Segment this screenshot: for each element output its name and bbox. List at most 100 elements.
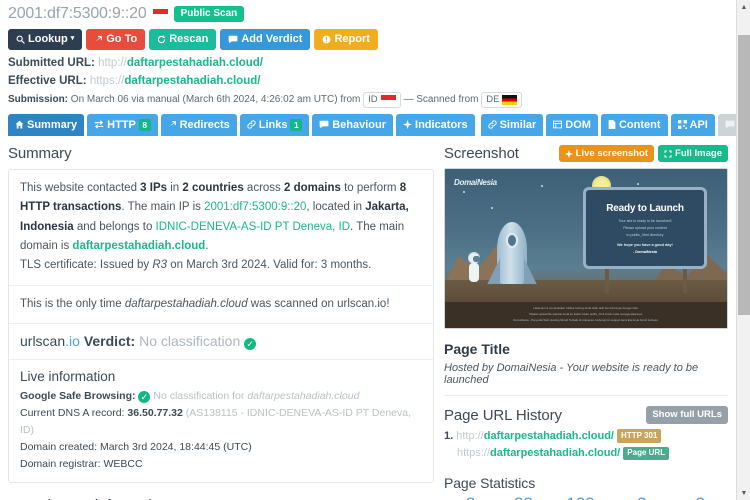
stat-value: 88% [501, 493, 554, 500]
body-columns: Summary This website contacted 3 IPs in … [0, 145, 736, 500]
report-button[interactable]: Report [314, 29, 378, 51]
tab-similar-label: Similar [499, 118, 537, 131]
screenshot-footer: Halaman ini menandakan bahwa hosting And… [445, 306, 727, 324]
main-tab-bar: Summary HTTP 8 Redirects Links 1 Behavio… [0, 113, 736, 137]
stat-number: 8 [466, 494, 475, 500]
left-column: Summary This website contacted 3 IPs in … [8, 145, 434, 500]
urlscan-verdict: urlscan.io Verdict: No classification ✓ [20, 333, 422, 350]
tab-indicators-label: Indicators [415, 118, 468, 131]
scrollbar-thumb[interactable] [738, 35, 750, 315]
tab-redirects[interactable]: Redirects [160, 113, 237, 137]
live-screenshot-button[interactable]: Live screenshot [558, 145, 655, 163]
check-circle-icon: ✓ [138, 390, 151, 403]
submission-origin-country: ID [363, 91, 401, 108]
scanned-country-code: DE [486, 93, 500, 105]
tab-http-label: HTTP [107, 118, 136, 131]
effective-url-domain[interactable]: daftarpestahadiah.cloud/ [124, 75, 260, 87]
tab-indicators[interactable]: Indicators [396, 113, 475, 137]
tab-content[interactable]: Content [600, 113, 668, 137]
exclamation-circle-icon [322, 35, 331, 44]
comment-icon [725, 120, 735, 129]
tab-http[interactable]: HTTP 8 [87, 113, 158, 137]
page-url-badge: Page URL [623, 446, 670, 461]
summary-p1-d: to perform [340, 182, 400, 195]
summary-p1-i: . [205, 240, 209, 253]
verdict-section: urlscan.io Verdict: No classification ✓ [9, 322, 433, 359]
tab-api[interactable]: API [670, 113, 715, 137]
summary-text-section: This website contacted 3 IPs in 2 countr… [9, 170, 433, 285]
scroll-down-arrow-icon[interactable]: ▼ [737, 486, 750, 500]
page-title: 2001:df7:5300:9::20 [8, 5, 147, 22]
stat-value: 2 [672, 493, 728, 500]
submitted-url-row: Submitted URL: http://daftarpestahadiah.… [8, 55, 728, 72]
tab-behaviour-label: Behaviour [332, 118, 387, 131]
link-chain-icon [487, 120, 497, 130]
full-image-label: Full Image [675, 148, 722, 160]
diamond-icon [403, 120, 413, 130]
tab-behaviour[interactable]: Behaviour [312, 113, 394, 137]
sign-leg-right [683, 269, 687, 294]
effective-url-label: Effective URL: [8, 74, 87, 87]
divider [444, 395, 728, 397]
stat-subdomains: 2 Subdomains [672, 493, 728, 500]
summary-p1-f: , located in [306, 201, 366, 214]
lookup-button[interactable]: Lookup ▾ [8, 29, 83, 51]
lookup-label: Lookup [28, 33, 68, 45]
summary-ip-count: 3 IPs [140, 182, 168, 195]
stat-number: 2 [696, 494, 705, 500]
tab-similar[interactable]: Similar [480, 113, 544, 137]
effective-url-protocol: https:// [89, 74, 125, 87]
stat-requests: 8 Requests [444, 493, 497, 500]
show-full-urls-button[interactable]: Show full URLs [646, 406, 728, 424]
stat-value: 2 [615, 493, 668, 500]
stat-value: 100% [558, 493, 611, 500]
summary-p3-domain: daftarpestahadiah.cloud [124, 297, 248, 310]
summary-asn[interactable]: IDNIC-DENEVA-AS-ID PT Deneva, ID [156, 221, 350, 233]
submission-text: On March 06 via manual (March 6th 2024, … [70, 93, 361, 105]
rescan-button[interactable]: Rescan [149, 29, 217, 51]
origin-flag-icon [380, 94, 396, 105]
verdict-brand-tld: .io [65, 332, 80, 349]
astronaut-body [469, 263, 479, 283]
summary-scan-history-section: This is the only time daftarpestahadiah.… [9, 284, 433, 323]
add-verdict-button[interactable]: Add Verdict [220, 29, 311, 51]
http-status-badge: HTTP 301 [617, 429, 662, 443]
dns-value: 36.50.77.32 [127, 406, 183, 419]
tab-summary[interactable]: Summary [8, 113, 85, 137]
home-icon [15, 120, 24, 129]
summary-tls-b: on March 3rd 2024. Valid for: 3 months. [167, 259, 372, 272]
domain-created-label: Domain created: [20, 440, 98, 453]
dns-label: Current DNS A record: [20, 406, 125, 419]
submitted-url-domain[interactable]: daftarpestahadiah.cloud/ [127, 57, 263, 69]
screenshot-thumbnail[interactable]: Ready to Launch Your site is ready to be… [444, 168, 728, 330]
domain-registrar-value: WEBCC [103, 457, 143, 470]
tab-dom[interactable]: DOM [546, 113, 598, 137]
goto-button[interactable]: Go To [86, 29, 146, 51]
page-scrollbar[interactable]: ▲ ▼ [736, 0, 750, 500]
page-title-value: Hosted by DomaiNesia - Your website is r… [444, 362, 699, 387]
full-image-button[interactable]: Full Image [658, 145, 728, 163]
page-statistics-list: 8 Requests 88% HTTPS 100% IPv6 2 Domains… [444, 493, 728, 500]
summary-p3-a: This is the only time [20, 297, 125, 310]
summary-p1-a: This website contacted [20, 182, 141, 195]
comment-icon [228, 35, 238, 44]
tab-api-label: API [689, 118, 708, 131]
summary-main-domain[interactable]: daftarpestahadiah.cloud [72, 240, 205, 252]
url-history-list: 1. http://daftarpestahadiah.cloud/ HTTP … [444, 428, 728, 463]
scroll-up-arrow-icon[interactable]: ▲ [737, 0, 750, 14]
live-information-section: Live information Google Safe Browsing: ✓… [9, 358, 433, 482]
summary-main-ip[interactable]: 2001:df7:5300:9::20 [204, 201, 306, 213]
sign-leg-left [605, 269, 609, 294]
arrow-up-right-icon [168, 120, 177, 129]
url-history-domain[interactable]: daftarpestahadiah.cloud/ [490, 447, 620, 459]
page-statistics-heading: Page Statistics [444, 475, 536, 492]
qrcode-icon [677, 120, 687, 130]
summary-p1-c: across [243, 182, 284, 195]
verdict-brand-name: urlscan [20, 332, 66, 349]
url-history-domain[interactable]: daftarpestahadiah.cloud/ [484, 430, 614, 442]
expand-icon [664, 150, 672, 158]
header-title-row: 2001:df7:5300:9::20 Public Scan [8, 4, 728, 24]
tab-links[interactable]: Links 1 [239, 113, 310, 137]
verdict-value: No classification [139, 332, 241, 349]
tab-summary-label: Summary [27, 118, 78, 131]
